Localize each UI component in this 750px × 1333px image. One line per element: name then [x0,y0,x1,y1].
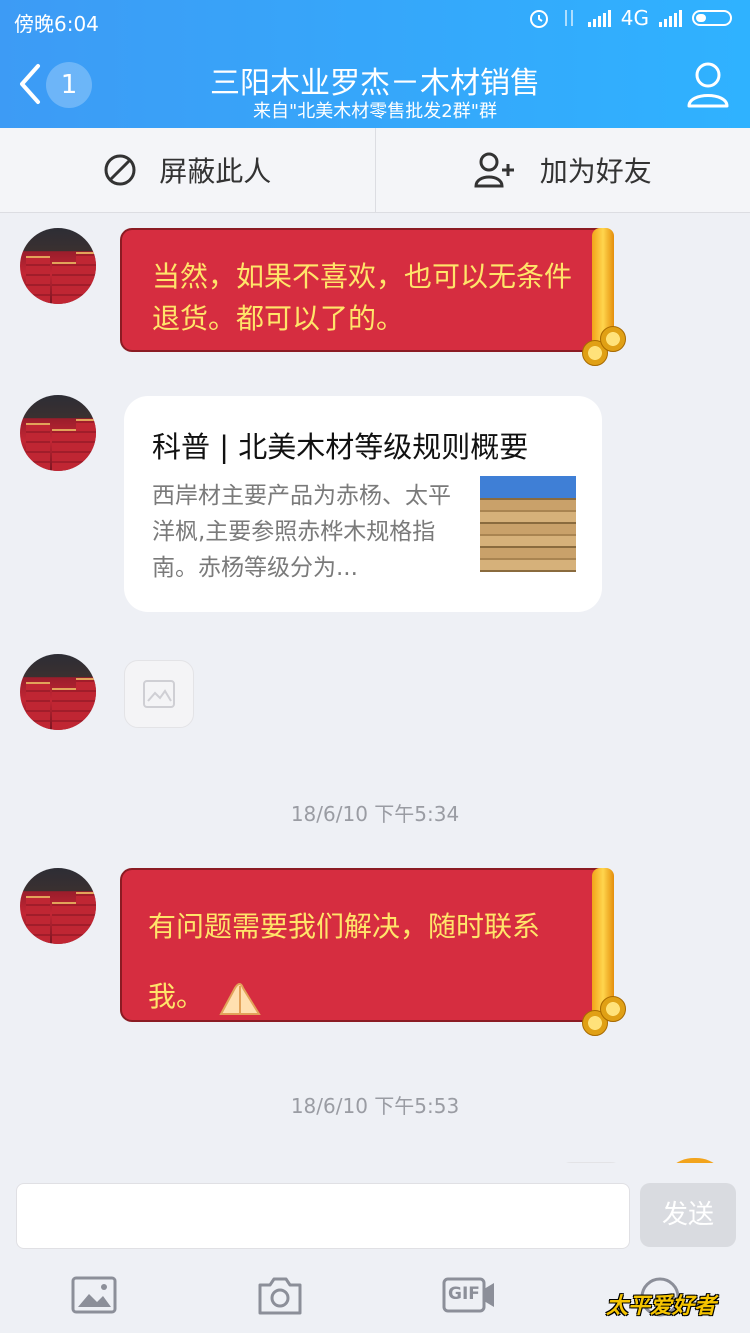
block-user-label: 屏蔽此人 [159,155,272,188]
broken-image-icon [143,680,175,708]
add-friend-button[interactable]: 加为好友 [374,128,750,212]
add-friend-label: 加为好友 [539,155,652,188]
profile-icon[interactable] [686,60,730,108]
status-time: 傍晚6:04 [14,12,99,36]
message-input[interactable] [16,1183,630,1249]
block-icon [104,154,136,186]
watermark-logo: 太平爱好者 [606,1294,717,1319]
timestamp: 18/6/10 下午5:34 [290,802,460,826]
timestamp: 18/6/10 下午5:53 [290,1094,460,1118]
message-text: 有问题需要我们解决，随时联系我。 [148,910,541,1013]
chat-title: 三阳木业罗杰－木材销售 [210,66,540,101]
pray-hands-icon [219,983,261,1015]
network-type: 4G [620,6,649,30]
signal-icon [587,9,611,27]
card-thumbnail [480,476,576,572]
coin-icon [600,996,626,1022]
link-card[interactable]: 科普 | 北美木材等级规则概要 西岸材主要产品为赤杨、太平洋枫,主要参照赤桦木规… [124,396,602,612]
top-header: 傍晚6:04 4G 1 三阳木业罗杰－木材销售 来自"北美木材零售批发2群"群 [0,0,750,128]
gif-label: GIF [448,1284,480,1304]
data-transfer-icon [564,10,573,26]
avatar[interactable] [20,395,96,471]
block-user-button[interactable]: 屏蔽此人 [0,128,375,212]
gif-button[interactable]: GIF [442,1273,496,1317]
card-description: 西岸材主要产品为赤杨、太平洋枫,主要参照赤桦木规格指南。赤杨等级分为... [152,483,451,581]
add-user-icon [474,152,514,188]
avatar[interactable] [20,228,96,304]
status-bar: 傍晚6:04 4G [0,0,750,40]
avatar[interactable] [20,654,96,730]
send-button[interactable]: 发送 [640,1183,736,1247]
battery-icon [692,10,732,26]
chat-subtitle: 来自"北美木材零售批发2群"群 [252,101,497,122]
avatar[interactable] [20,868,96,944]
message-bubble[interactable]: 当然，如果不喜欢，也可以无条件退货。都可以了的。 [120,228,626,366]
card-title: 科普 | 北美木材等级规则概要 [152,430,529,464]
signal-icon-2 [659,9,682,27]
coin-icon [600,326,626,352]
image-placeholder[interactable] [124,660,194,728]
action-bar: 屏蔽此人 加为好友 [0,128,750,213]
camera-icon[interactable] [256,1273,304,1317]
image-icon[interactable] [70,1273,118,1317]
alarm-icon [529,10,548,28]
message-text: 当然，如果不喜欢，也可以无条件退货。都可以了的。 [152,260,573,335]
message-bubble[interactable]: 有问题需要我们解决，随时联系我。 [120,868,626,1036]
